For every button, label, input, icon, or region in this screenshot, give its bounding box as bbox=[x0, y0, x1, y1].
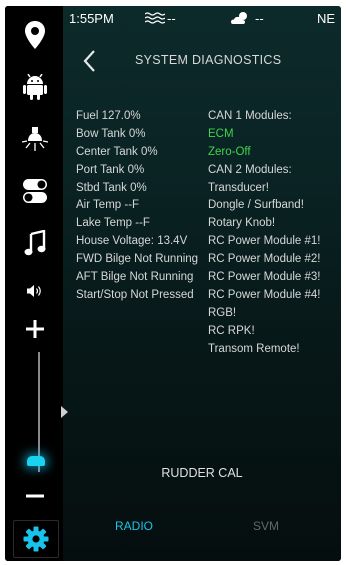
fuel-level: Fuel 127.0% bbox=[76, 110, 141, 122]
wave-readout: -- bbox=[167, 11, 176, 26]
tab-svm[interactable]: SVM bbox=[253, 519, 279, 533]
page-header: SYSTEM DIAGNOSTICS bbox=[63, 40, 341, 80]
rc-power-module-3-status: RC Power Module #3! bbox=[208, 271, 321, 284]
fwd-bilge-status: FWD Bilge Not Running bbox=[76, 253, 199, 266]
clock: 1:55PM bbox=[69, 11, 114, 26]
status-bar: 1:55PM -- -- NE bbox=[63, 6, 341, 32]
expand-arrow-icon[interactable] bbox=[61, 406, 68, 418]
compass-heading: NE bbox=[316, 11, 335, 26]
music-note-icon bbox=[24, 230, 46, 256]
nav-android-button[interactable] bbox=[12, 64, 58, 110]
volume-slider-knob[interactable] bbox=[27, 456, 45, 466]
toggle-switches-icon bbox=[23, 179, 47, 203]
rc-power-module-4-status: RC Power Module #4! bbox=[208, 288, 321, 301]
lake-temp: Lake Temp --F bbox=[76, 217, 150, 230]
aft-bilge-status: AFT Bilge Not Running bbox=[76, 271, 194, 284]
waves-icon bbox=[145, 12, 165, 24]
back-chevron-icon[interactable] bbox=[79, 48, 103, 74]
left-rail bbox=[5, 6, 65, 561]
volume-button[interactable] bbox=[12, 276, 58, 306]
rgb-status: RGB! bbox=[208, 306, 237, 319]
device-frame: 1:55PM -- -- NE SYSTEM DIAGNOSTICS Fuel … bbox=[5, 6, 341, 561]
air-temp: Air Temp --F bbox=[76, 199, 140, 212]
house-voltage: House Voltage: 13.4V bbox=[76, 235, 188, 248]
port-tank-level: Port Tank 0% bbox=[76, 163, 145, 176]
gear-icon bbox=[23, 526, 49, 552]
volume-slider-track[interactable] bbox=[38, 352, 40, 472]
dongle-surfband-status: Dongle / Surfband! bbox=[208, 199, 304, 212]
nav-music-button[interactable] bbox=[12, 220, 58, 266]
start-stop-status: Start/Stop Not Pressed bbox=[76, 288, 194, 301]
diagnostics-left-column: Fuel 127.0% Bow Tank 0% Center Tank 0% P… bbox=[76, 108, 198, 305]
rc-power-module-2-status: RC Power Module #2! bbox=[208, 253, 321, 266]
diagnostics-panel: 1:55PM -- -- NE SYSTEM DIAGNOSTICS Fuel … bbox=[63, 6, 341, 561]
plus-icon bbox=[26, 320, 44, 338]
nav-lights-button[interactable] bbox=[12, 116, 58, 162]
nav-location-button[interactable] bbox=[12, 12, 58, 58]
rudder-cal-button[interactable]: RUDDER CAL bbox=[63, 466, 341, 480]
can1-modules-heading: CAN 1 Modules: bbox=[208, 110, 292, 122]
bow-tank-level: Bow Tank 0% bbox=[76, 127, 146, 140]
stbd-tank-level: Stbd Tank 0% bbox=[76, 181, 147, 194]
minus-icon bbox=[26, 494, 44, 498]
rotary-knob-status: Rotary Knob! bbox=[208, 217, 276, 230]
nav-switches-button[interactable] bbox=[12, 168, 58, 214]
android-icon bbox=[23, 74, 47, 100]
weather-icon bbox=[231, 12, 247, 24]
settings-button[interactable] bbox=[13, 520, 59, 558]
diagnostics-right-column: CAN 1 Modules: ECM Zero-Off CAN 2 Module… bbox=[208, 108, 321, 358]
rc-rpk-status: RC RPK! bbox=[208, 324, 255, 337]
zero-off-module-status: Zero-Off bbox=[208, 145, 251, 158]
light-bulb-icon bbox=[21, 127, 49, 151]
location-pin-icon bbox=[25, 21, 45, 49]
rc-power-module-1-status: RC Power Module #1! bbox=[208, 235, 321, 248]
page-title: SYSTEM DIAGNOSTICS bbox=[135, 53, 282, 67]
ecm-module-status: ECM bbox=[208, 127, 234, 140]
volume-up-button[interactable] bbox=[12, 312, 58, 346]
weather-readout: -- bbox=[255, 11, 264, 26]
center-tank-level: Center Tank 0% bbox=[76, 145, 158, 158]
speaker-icon bbox=[27, 285, 41, 297]
volume-down-button[interactable] bbox=[12, 484, 58, 508]
can2-modules-heading: CAN 2 Modules: bbox=[208, 163, 292, 176]
tab-radio[interactable]: RADIO bbox=[115, 519, 153, 533]
transducer-status: Transducer! bbox=[208, 181, 269, 194]
transom-remote-status: Transom Remote! bbox=[208, 342, 300, 355]
